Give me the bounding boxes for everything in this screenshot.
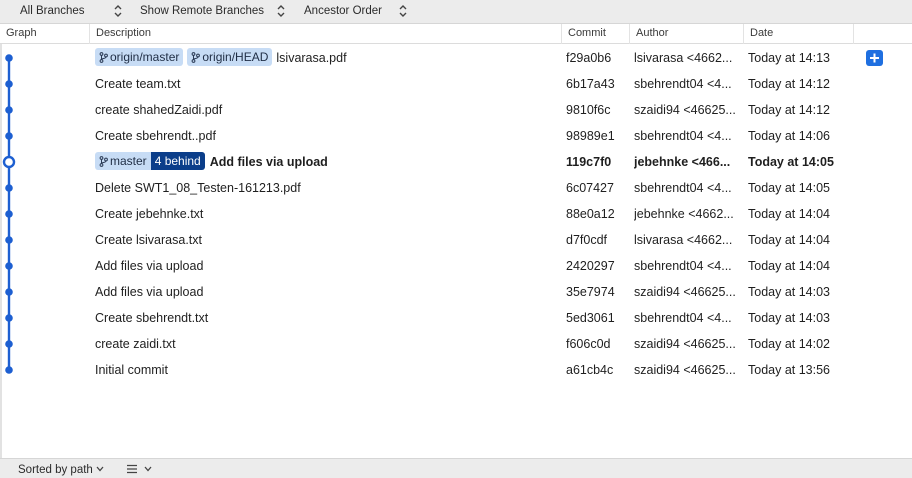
commit-description: Create sbehrendt.txt [95, 311, 209, 325]
commit-row[interactable]: Create lsivarasa.txt d7f0cdf lsivarasa <… [0, 227, 912, 253]
branch-icon [99, 50, 108, 68]
commit-date: Today at 14:03 [748, 311, 831, 325]
commit-author: szaidi94 <46625... [634, 363, 736, 377]
commit-hash: 5ed3061 [566, 311, 615, 325]
commit-hash: 6c07427 [566, 181, 614, 195]
commit-hash: 9810f6c [566, 103, 611, 117]
view-options-button[interactable] [126, 462, 152, 478]
remote-branch-tag[interactable]: origin/HEAD [187, 48, 273, 68]
column-header-actions [854, 24, 912, 44]
commit-row[interactable]: Create team.txt 6b17a43 sbehrendt04 <4..… [0, 71, 912, 97]
commit-description: Add files via upload [95, 285, 204, 299]
commit-author: sbehrendt04 <4... [634, 181, 732, 195]
commit-description: Add files via upload [95, 259, 204, 273]
commit-author: sbehrendt04 <4... [634, 311, 732, 325]
toolbar: All Branches Show Remote Branches Ancest… [0, 0, 912, 24]
up-down-chevron-icon[interactable] [113, 3, 123, 19]
status-bar: Sorted by path [0, 458, 912, 478]
commit-row[interactable]: Initial commit a61cb4c szaidi94 <46625..… [0, 357, 912, 383]
commit-description: master 4 behind Add files via upload [95, 149, 561, 175]
commit-row-head[interactable]: master 4 behind Add files via upload 119c7… [0, 149, 912, 175]
chevron-down-icon [96, 462, 104, 476]
add-button[interactable] [866, 50, 883, 66]
branch-icon [191, 50, 201, 68]
up-down-chevron-icon[interactable] [398, 3, 408, 19]
sort-dropdown[interactable]: Sorted by path [18, 462, 104, 477]
commit-description: Delete SWT1_08_Testen-161213.pdf [95, 181, 301, 195]
up-down-chevron-icon[interactable] [276, 3, 286, 19]
commit-message: lsivarasa.pdf [276, 51, 347, 65]
commit-row[interactable]: Add files via upload 35e7974 szaidi94 <4… [0, 279, 912, 305]
commit-hash: 119c7f0 [566, 155, 612, 169]
commit-author: lsivarasa <4662... [634, 51, 733, 65]
list-icon [126, 464, 138, 478]
commit-date: Today at 14:02 [748, 337, 831, 351]
column-header-date[interactable]: Date [744, 24, 854, 44]
column-header-author[interactable]: Author [630, 24, 744, 44]
commit-author: jebehnke <4662... [634, 207, 734, 221]
commit-hash: 35e7974 [566, 285, 615, 299]
show-remote-branches-dropdown[interactable]: Show Remote Branches [140, 4, 264, 18]
commit-description: Create team.txt [95, 77, 181, 91]
commit-hash: a61cb4c [566, 363, 614, 377]
commit-date: Today at 14:13 [748, 51, 831, 65]
commit-hash: d7f0cdf [566, 233, 608, 247]
commit-date: Today at 13:56 [748, 363, 831, 377]
commit-row[interactable]: Add files via upload 2420297 sbehrendt04… [0, 253, 912, 279]
commit-date: Today at 14:05 [748, 181, 831, 195]
commit-author: szaidi94 <46625... [634, 285, 736, 299]
commit-row[interactable]: Create jebehnke.txt 88e0a12 jebehnke <46… [0, 201, 912, 227]
branch-icon [99, 154, 108, 172]
commit-row[interactable]: origin/master origin/HEAD lsivarasa.pdf f2… [0, 45, 912, 71]
commit-date: Today at 14:06 [748, 129, 831, 143]
ancestor-order-dropdown[interactable]: Ancestor Order [304, 4, 382, 18]
commit-date: Today at 14:05 [748, 155, 834, 169]
remote-branch-tag[interactable]: origin/master [95, 48, 184, 68]
commit-message: Add files via upload [209, 155, 328, 169]
column-header-description[interactable]: Description [90, 24, 562, 44]
commit-hash: f606c0d [566, 337, 611, 351]
commit-author: sbehrendt04 <4... [634, 77, 732, 91]
chevron-down-icon [144, 462, 152, 476]
commit-description: Create jebehnke.txt [95, 207, 204, 221]
column-header-row: Graph Description Commit Author Date [0, 24, 912, 44]
commit-description: create shahedZaidi.pdf [95, 103, 223, 117]
commit-row[interactable]: create shahedZaidi.pdf 9810f6c szaidi94 … [0, 97, 912, 123]
commit-author: szaidi94 <46625... [634, 337, 736, 351]
local-branch-tag[interactable]: master [95, 152, 151, 170]
column-header-graph[interactable]: Graph [0, 24, 90, 44]
commit-author: jebehnke <466... [634, 155, 731, 169]
commit-date: Today at 14:04 [748, 207, 831, 221]
commit-row[interactable]: Create sbehrendt..pdf 98989e1 sbehrendt0… [0, 123, 912, 149]
commit-row[interactable]: Delete SWT1_08_Testen-161213.pdf 6c07427… [0, 175, 912, 201]
commit-date: Today at 14:04 [748, 259, 831, 273]
commit-description: Create sbehrendt..pdf [95, 129, 216, 143]
commit-hash: 6b17a43 [566, 77, 615, 91]
behind-count-badge: 4 behind [150, 152, 205, 170]
commit-hash: 98989e1 [566, 129, 615, 143]
commit-row[interactable]: Create sbehrendt.txt 5ed3061 sbehrendt04… [0, 305, 912, 331]
plus-icon [866, 50, 883, 66]
commit-row[interactable]: create zaidi.txt f606c0d szaidi94 <46625… [0, 331, 912, 357]
commit-author: sbehrendt04 <4... [634, 259, 732, 273]
commit-hash: 88e0a12 [566, 207, 615, 221]
column-header-commit[interactable]: Commit [562, 24, 630, 44]
commit-description: origin/master origin/HEAD lsivarasa.pdf [95, 45, 561, 71]
commit-date: Today at 14:12 [748, 103, 831, 117]
commit-description: create zaidi.txt [95, 337, 176, 351]
commit-description: Initial commit [95, 363, 168, 377]
commit-author: szaidi94 <46625... [634, 103, 736, 117]
commit-date: Today at 14:03 [748, 285, 831, 299]
commit-date: Today at 14:04 [748, 233, 831, 247]
commit-date: Today at 14:12 [748, 77, 831, 91]
commit-hash: f29a0b6 [566, 51, 612, 65]
commit-description: Create lsivarasa.txt [95, 233, 202, 247]
commit-hash: 2420297 [566, 259, 615, 273]
commit-author: lsivarasa <4662... [634, 233, 733, 247]
all-branches-dropdown[interactable]: All Branches [20, 4, 85, 18]
commit-author: sbehrendt04 <4... [634, 129, 732, 143]
